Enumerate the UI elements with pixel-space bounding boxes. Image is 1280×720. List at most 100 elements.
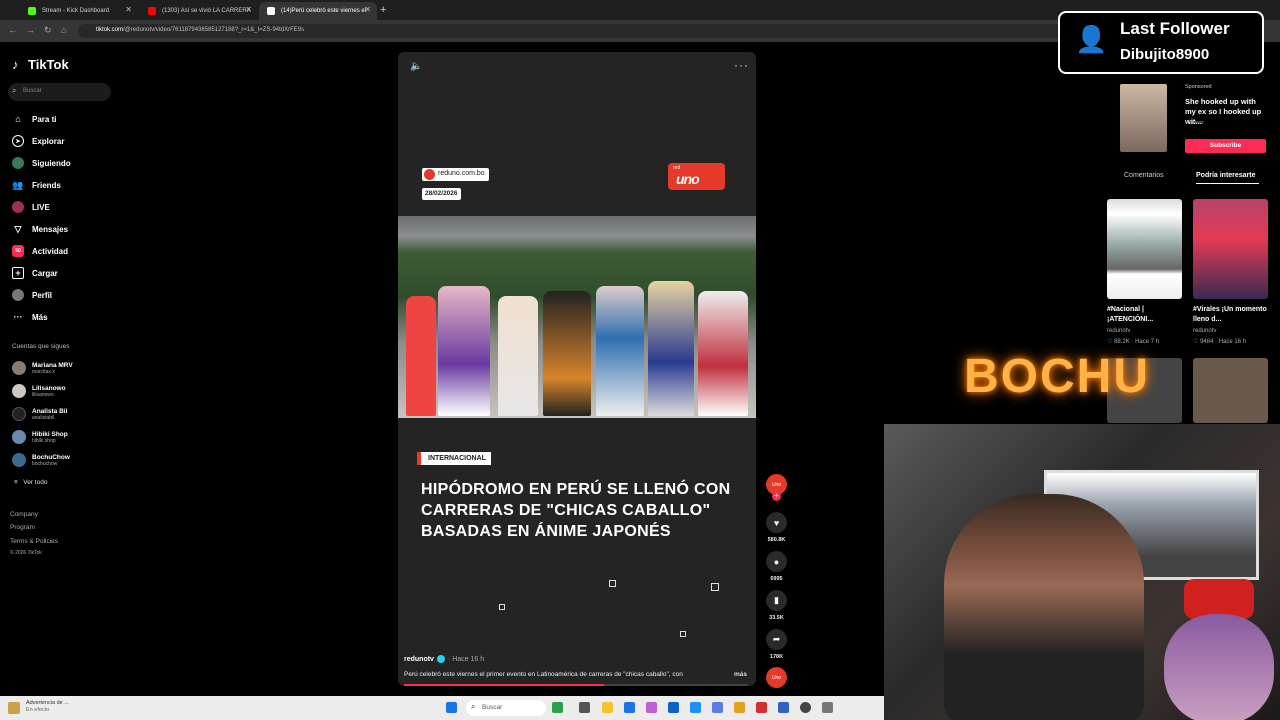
video-progress-bar[interactable] [404,684,748,686]
channel-info[interactable]: redunotv · Hace 16 h [404,655,484,663]
discord-icon[interactable] [712,702,723,713]
copilot-icon[interactable] [646,702,657,713]
search-placeholder: Buscar [23,88,42,94]
account-name: BochuChow [32,453,70,461]
task-view-icon[interactable] [579,702,590,713]
taskbar-search[interactable]: ⌕ Buscar [466,700,546,716]
video-card-stats: ♡ 9484 · Hace 16 h [1193,338,1246,345]
nav-label: Mensajes [32,224,69,234]
store-icon[interactable] [624,702,635,713]
tiktok-logo[interactable]: ♪ TikTok [12,57,69,72]
source-badge: reduno.com.bo [422,168,489,181]
video-description: Perú celebró este viernes el primer even… [404,671,683,678]
avatar [12,430,26,444]
close-tab-icon[interactable]: ✕ [125,5,132,14]
app-icon[interactable] [778,702,789,713]
video-card-time: · Hace 7 h [1131,339,1160,345]
volume-icon[interactable]: 🔈 [410,61,422,72]
nav-para-ti[interactable]: ⌂ Para ti [12,113,56,125]
nav-perfil[interactable]: Perfil [12,289,52,301]
add-user-icon: 👤 [1075,24,1108,54]
tab-comentarios[interactable]: Comentarios [1124,172,1164,179]
tab-tiktok-active[interactable]: (14)Perú celebró este viernes el ✕ [259,2,377,20]
ad-thumbnail[interactable] [1120,84,1167,152]
video-frame-image [398,216,756,418]
warning-app-icon[interactable] [8,702,20,714]
back-icon[interactable]: ← [8,25,17,35]
account-handle: marcitax.x [32,368,55,375]
nav-explorar[interactable]: ➤ Explorar [12,135,64,147]
followed-account[interactable]: BochuChow bochuchow [12,453,70,467]
recommended-video-card[interactable] [1193,199,1268,299]
subscribe-button[interactable]: Subscribe [1185,139,1266,153]
close-tab-icon[interactable]: ✕ [245,5,252,14]
tab-podria-interesarte[interactable]: Podría interesarte [1196,172,1256,179]
follow-plus-icon[interactable]: + [772,492,781,501]
send-icon: ▽ [14,223,22,234]
file-explorer-icon[interactable] [602,702,613,713]
logo-text: TikTok [28,57,69,72]
nav-mas[interactable]: ··· Más [12,311,48,323]
video-card-author[interactable]: redunotv [1193,328,1216,334]
followed-account[interactable]: Analista Bil analistabil [12,407,67,421]
see-all-link[interactable]: ≡ Ver todo [14,479,47,486]
share-button[interactable]: ➦ 178K [766,629,787,660]
nav-mensajes[interactable]: ▽ Mensajes [12,223,69,235]
video-card-title[interactable]: #Nacional | ¡ATENCIÓNI... [1107,305,1185,325]
save-button[interactable]: ▮ 33.5K [766,590,787,621]
category-tag: INTERNACIONAL [417,452,491,465]
more-link[interactable]: más [734,671,747,678]
home-icon[interactable]: ⌂ [61,25,66,35]
windows-start-icon[interactable] [446,702,457,713]
comment-button[interactable]: ● 6995 [766,551,787,582]
recommended-video-card[interactable] [1193,358,1268,423]
music-disc[interactable]: Uno [766,667,787,688]
obs-icon[interactable] [800,702,811,713]
followed-account[interactable]: Lilisanowo lilisanowo [12,384,66,398]
nav-live[interactable]: LIVE [12,201,50,213]
youtube-favicon-icon [148,7,156,15]
channel-name[interactable]: redunotv [404,656,434,663]
edge-icon[interactable] [690,702,701,713]
taskbar-search-label: Buscar [482,704,503,711]
nav-label: Perfil [32,290,53,300]
recommended-video-card[interactable] [1107,199,1182,299]
chrome-icon[interactable] [734,702,745,713]
search-input[interactable]: ⌕ Buscar [8,83,111,101]
reload-icon[interactable]: ↻ [44,25,52,36]
nav-actividad[interactable]: 50 Actividad [12,245,68,257]
overlay-square [711,583,719,591]
active-tab-underline [1196,183,1259,184]
like-button[interactable]: ♥ 580.8K [766,512,787,543]
taskbar-notification[interactable]: Advertencia de ... En efecto [26,700,69,714]
account-name: Hibiki Shop [32,430,68,438]
close-tab-icon[interactable]: ✕ [364,5,371,14]
video-options-icon[interactable]: ··· [734,58,749,72]
settings-icon[interactable] [822,702,833,713]
browser-icon[interactable] [756,702,767,713]
followed-account[interactable]: Mariana MRV marcitax.x [12,361,73,375]
video-card-title[interactable]: #Virales ¡Un momento lleno d... [1193,305,1271,325]
url-domain: tiktok.com [96,27,124,33]
more-icon: ··· [13,312,23,322]
nav-cargar[interactable]: + Cargar [12,267,58,279]
tab-kick-dashboard[interactable]: Stream - Kick Dashboard ✕ [20,2,138,20]
last-follower-title: Last Follower [1120,19,1230,38]
footer-company[interactable]: Company [10,511,38,518]
followed-account[interactable]: Hibiki Shop hibiki.shop [12,430,68,444]
outlook-icon[interactable] [668,702,679,713]
tab-youtube[interactable]: (1303) Así se vivió LA CARRERA ✕ [140,2,258,20]
nav-friends[interactable]: 👥 Friends [12,179,61,191]
new-tab-button[interactable]: + [380,4,386,16]
video-card-author[interactable]: redunotv [1107,328,1130,334]
footer-terms[interactable]: Terms & Policies [10,538,58,545]
nav-label: Cargar [32,268,58,278]
nav-siguiendo[interactable]: Siguiendo [12,157,71,169]
account-handle: analistabil [32,414,55,421]
forward-icon[interactable]: → [26,25,35,35]
widgets-icon[interactable] [552,702,563,713]
ad-brand: V vwaxx [1185,120,1204,126]
address-bar[interactable]: tiktok.com/@redunotv/video/7611879436585… [78,24,1138,38]
footer-program[interactable]: Program [10,524,35,531]
overlay-square [609,580,616,587]
